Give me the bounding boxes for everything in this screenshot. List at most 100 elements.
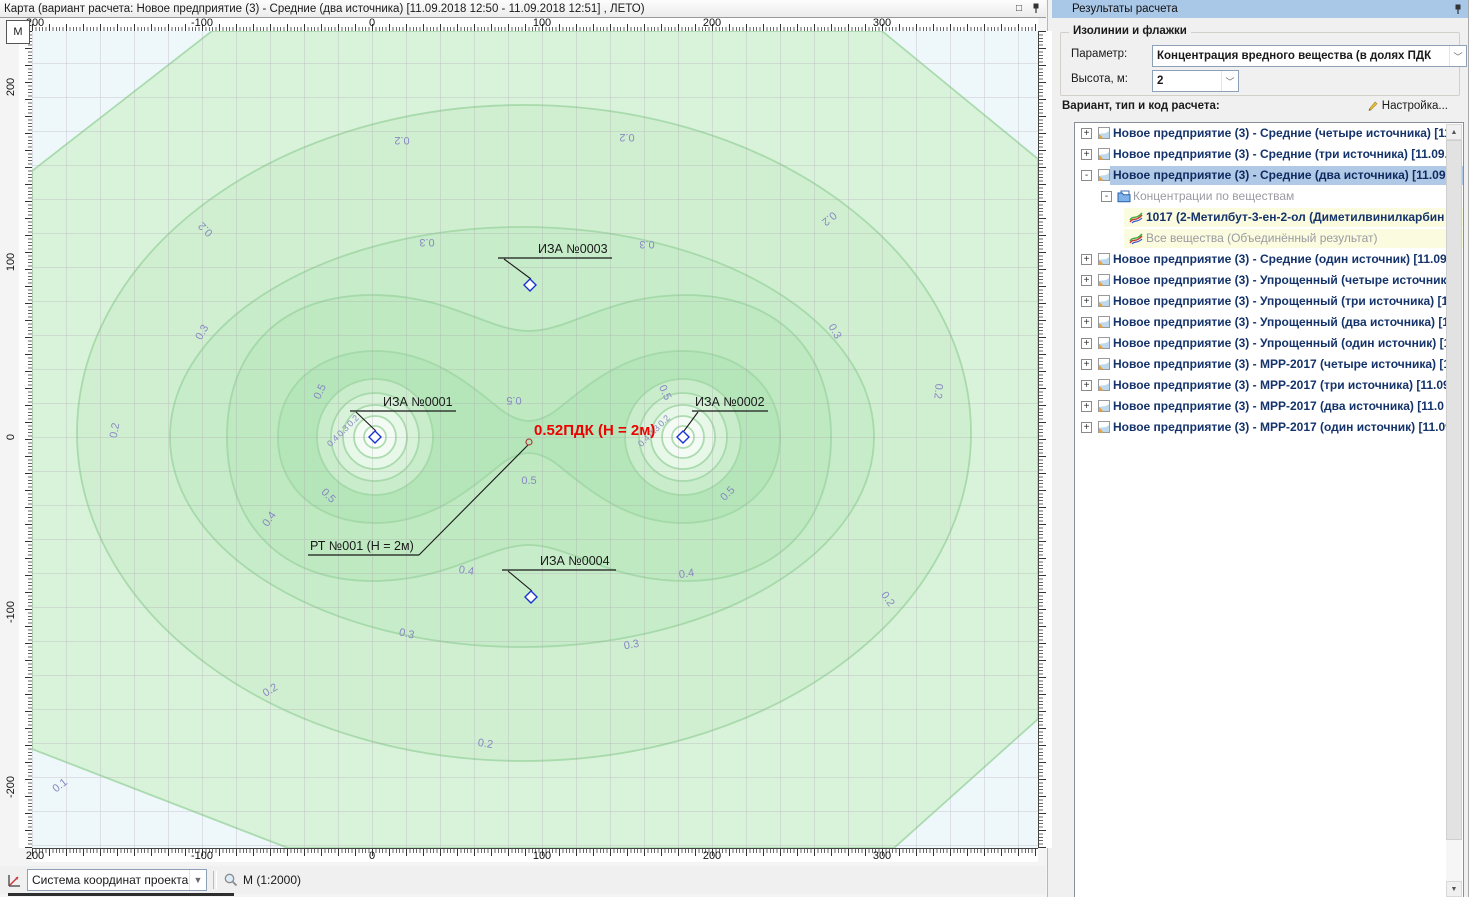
pin-icon[interactable] bbox=[1029, 2, 1043, 15]
tree-row[interactable]: + Новое предприятие (3) - Средние (три и… bbox=[1075, 144, 1463, 165]
concentration-value-label: 0.52ПДК (Н = 2м) bbox=[534, 422, 655, 439]
ruler-tick-label: 100 bbox=[533, 17, 551, 29]
height-label: Высота, м: bbox=[1071, 73, 1128, 85]
scroll-up-button[interactable]: ▲ bbox=[1446, 124, 1462, 140]
ruler-tick-label: 300 bbox=[873, 850, 891, 862]
variant-map-icon bbox=[1097, 252, 1111, 266]
contour-value-label: 0.4 bbox=[678, 567, 695, 581]
tree-row[interactable]: - Концентрации по веществам bbox=[1075, 186, 1463, 207]
tree-expand-toggle[interactable]: + bbox=[1081, 359, 1092, 370]
tree-row[interactable]: + Новое предприятие (3) - Упрощенный (дв… bbox=[1075, 312, 1463, 333]
tree-row[interactable]: + Новое предприятие (3) - Средние (один … bbox=[1075, 249, 1463, 270]
tree-item-label: Новое предприятие (3) - Упрощенный (два … bbox=[1113, 315, 1449, 329]
window-resize-grip[interactable] bbox=[8, 893, 234, 896]
maximize-icon[interactable]: □ bbox=[1012, 2, 1026, 15]
tree-row[interactable]: + Новое предприятие (3) - Упрощенный (тр… bbox=[1075, 291, 1463, 312]
variant-map-icon bbox=[1097, 420, 1111, 434]
ruler-tick-label: 0 bbox=[369, 17, 375, 29]
map-window: Карта (вариант расчета: Новое предприяти… bbox=[0, 0, 1048, 897]
variant-map-icon bbox=[1097, 336, 1111, 350]
tree-expand-toggle[interactable]: - bbox=[1101, 191, 1112, 202]
variants-tree: + Новое предприятие (3) - Средние (четыр… bbox=[1074, 122, 1464, 897]
results-panel-header[interactable]: Результаты расчета bbox=[1052, 0, 1468, 18]
contour-value-label: 0.4 bbox=[458, 564, 475, 578]
tree-item-label: Новое предприятие (3) - Средние (три ист… bbox=[1113, 147, 1455, 161]
tree-item-label: Новое предприятие (3) - МРР-2017 (четыре… bbox=[1113, 357, 1450, 371]
contour-value-label: 0.5 bbox=[521, 475, 536, 487]
parameter-select[interactable]: Концентрация вредного вещества (в долях … bbox=[1152, 45, 1467, 67]
source-label: ИЗА №0003 bbox=[538, 242, 608, 256]
variant-map-icon bbox=[1097, 378, 1111, 392]
tree-expand-toggle[interactable]: + bbox=[1081, 275, 1092, 286]
tree-expand-toggle[interactable]: + bbox=[1081, 296, 1092, 307]
tree-item-label: Концентрации по веществам bbox=[1133, 189, 1294, 203]
variant-map-icon bbox=[1097, 294, 1111, 308]
ruler-tick-label: 100 bbox=[5, 253, 17, 271]
chevron-down-icon: ▼ bbox=[189, 870, 206, 890]
variant-map-icon bbox=[1097, 147, 1111, 161]
parameter-label: Параметр: bbox=[1071, 48, 1127, 60]
tree-row[interactable]: + Новое предприятие (3) - МРР-2017 (два … bbox=[1075, 396, 1463, 417]
tree-row[interactable]: + Новое предприятие (3) - МРР-2017 (один… bbox=[1075, 417, 1463, 438]
ruler-tick-label: 0 bbox=[5, 434, 17, 440]
ruler-tick-label: 200 bbox=[5, 78, 17, 96]
ruler-tick-label: -100 bbox=[191, 17, 213, 29]
map-canvas[interactable]: 0.10.20.20.20.20.20.20.20.20.20.30.30.30… bbox=[32, 31, 1038, 848]
map-scale-label: М (1:2000) bbox=[243, 873, 301, 887]
tree-expand-toggle[interactable]: + bbox=[1081, 401, 1092, 412]
settings-link[interactable]: Настройка... bbox=[1367, 100, 1448, 112]
isolines-result-icon bbox=[1129, 231, 1143, 245]
map-titlebar[interactable]: Карта (вариант расчета: Новое предприяти… bbox=[0, 0, 1046, 18]
variant-map-icon bbox=[1097, 399, 1111, 413]
tree-expand-toggle[interactable]: - bbox=[1081, 170, 1092, 181]
scrollbar-thumb[interactable] bbox=[1446, 140, 1462, 840]
ruler-tick-label: 200 bbox=[703, 850, 721, 862]
ruler-tick-label: 200 bbox=[703, 17, 721, 29]
tree-expand-toggle[interactable]: + bbox=[1081, 254, 1092, 265]
ruler-tick-label: -100 bbox=[5, 601, 17, 623]
application-window: Карта (вариант расчета: Новое предприяти… bbox=[0, 0, 1474, 897]
pin-icon[interactable] bbox=[1454, 4, 1462, 15]
tree-item-label: Новое предприятие (3) - Средние (один ис… bbox=[1113, 252, 1450, 266]
tree-item-label: Новое предприятие (3) - Упрощенный (три … bbox=[1113, 294, 1454, 308]
variants-label: Вариант, тип и код расчета: bbox=[1062, 100, 1220, 112]
contour-value-label: 0.3 bbox=[419, 236, 434, 248]
window-edge bbox=[1469, 0, 1474, 897]
tree-expand-toggle[interactable]: + bbox=[1081, 338, 1092, 349]
tree-row[interactable]: - Новое предприятие (3) - Средние (два и… bbox=[1075, 165, 1463, 186]
isolines-groupbox: Изолинии и флажки Параметр: Концентрация… bbox=[1060, 32, 1460, 96]
tree-row[interactable]: + Новое предприятие (3) - Упрощенный (од… bbox=[1075, 333, 1463, 354]
coordinate-system-select[interactable]: Система координат проекта ▼ bbox=[27, 869, 207, 891]
isolines-group-title: Изолинии и флажки bbox=[1069, 25, 1191, 37]
variant-map-icon bbox=[1097, 273, 1111, 287]
tree-expand-toggle[interactable]: + bbox=[1081, 149, 1092, 160]
tree-expand-toggle[interactable]: + bbox=[1081, 128, 1092, 139]
scroll-down-button[interactable]: ▼ bbox=[1446, 881, 1462, 897]
tree-row[interactable]: + Новое предприятие (3) - МРР-2017 (три … bbox=[1075, 375, 1463, 396]
tree-expand-toggle[interactable]: + bbox=[1081, 380, 1092, 391]
height-select[interactable]: 2 ﹀ bbox=[1152, 70, 1239, 92]
source-label: ИЗА №0002 bbox=[695, 395, 765, 409]
tree-row[interactable]: + Новое предприятие (3) - МРР-2017 (четы… bbox=[1075, 354, 1463, 375]
ruler-bottom: 200-1000100200300 bbox=[32, 848, 1038, 862]
ruler-tick-label: -200 bbox=[5, 776, 17, 798]
tree-row[interactable]: 1017 (2-Метилбут-3-ен-2-ол (Диметилвинил… bbox=[1075, 207, 1463, 228]
tree-expand-toggle[interactable]: + bbox=[1081, 317, 1092, 328]
substances-folder-icon bbox=[1117, 189, 1131, 203]
tree-row[interactable]: + Новое предприятие (3) - Средние (четыр… bbox=[1075, 123, 1463, 144]
chevron-down-icon: ﹀ bbox=[1449, 46, 1466, 66]
tree-expand-toggle[interactable]: + bbox=[1081, 422, 1092, 433]
magnifier-icon[interactable] bbox=[223, 872, 239, 888]
tree-item-label: Новое предприятие (3) - Средние (два ист… bbox=[1113, 168, 1449, 182]
tree-item-label: 1017 (2-Метилбут-3-ен-2-ол (Диметилвинил… bbox=[1146, 210, 1444, 224]
tree-item-label: Новое предприятие (3) - МРР-2017 (один и… bbox=[1113, 420, 1452, 434]
tree-item-label: Новое предприятие (3) - МРР-2017 (два ис… bbox=[1113, 399, 1444, 413]
source-label: ИЗА №0004 bbox=[540, 554, 610, 568]
map-title: Карта (вариант расчета: Новое предприяти… bbox=[0, 3, 1012, 15]
coordinate-axes-icon bbox=[6, 872, 23, 889]
tree-row[interactable]: Все вещества (Объединённый результат) bbox=[1075, 228, 1463, 249]
ruler-tick-label: 200 bbox=[26, 850, 44, 862]
variant-map-icon bbox=[1097, 357, 1111, 371]
tree-row[interactable]: + Новое предприятие (3) - Упрощенный (че… bbox=[1075, 270, 1463, 291]
tree-scrollbar[interactable]: ▲ ▼ bbox=[1446, 124, 1462, 897]
